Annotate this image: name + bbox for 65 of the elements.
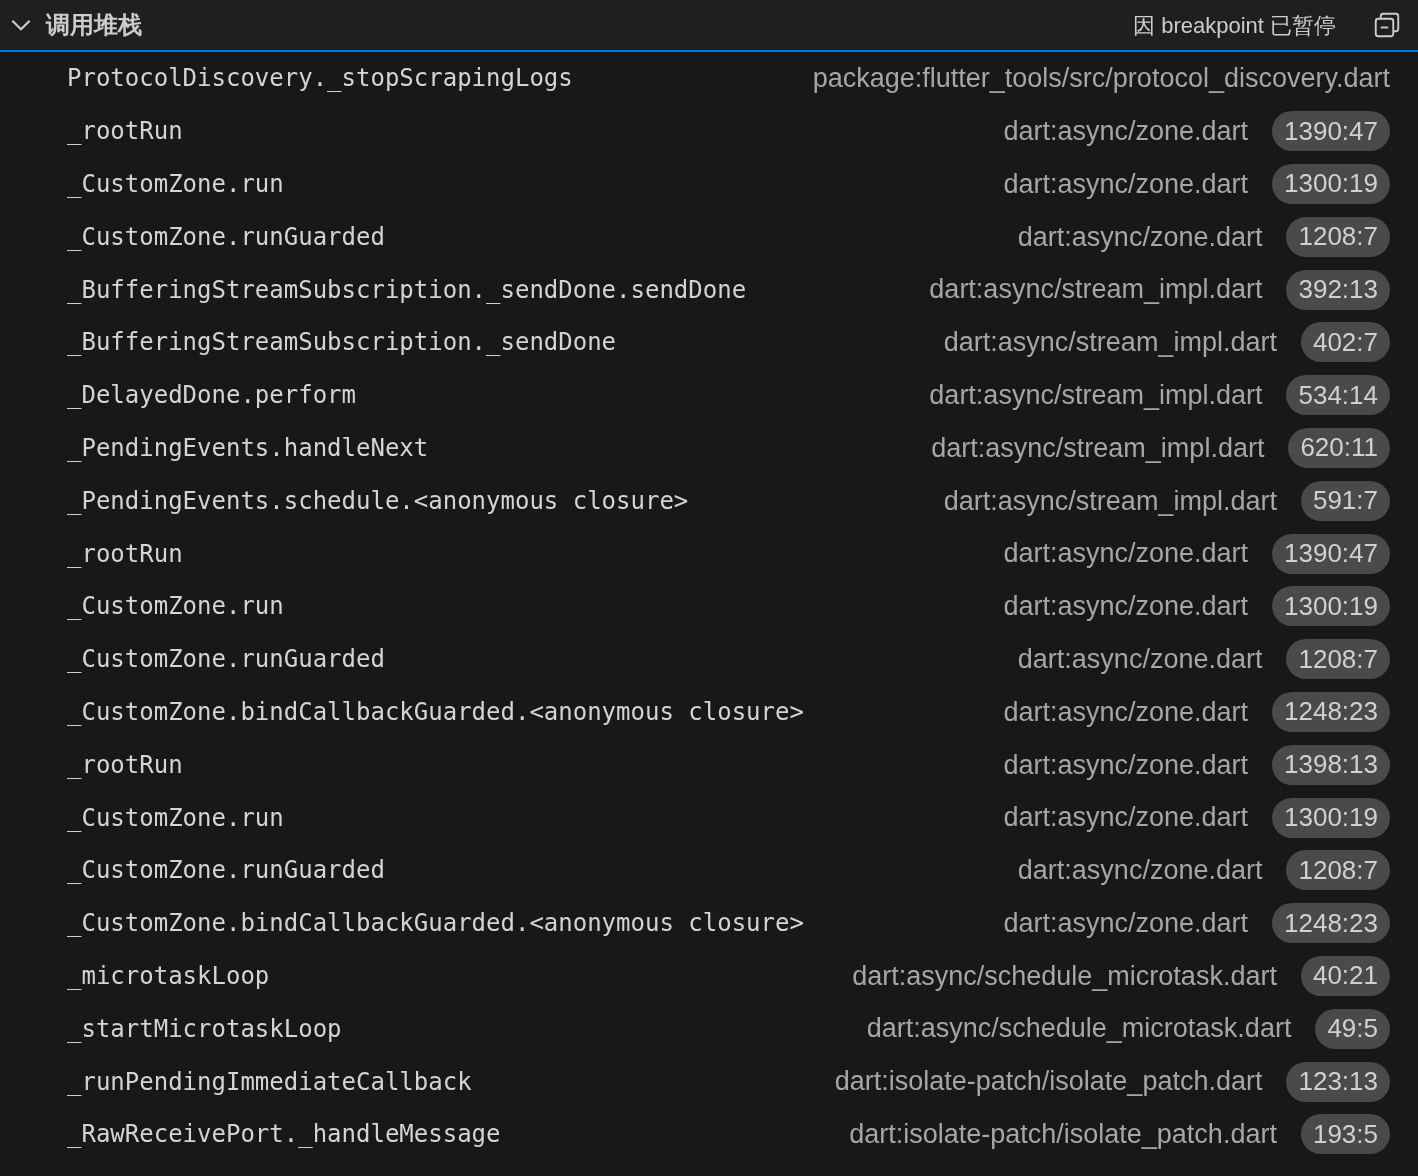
frame-function[interactable]: _CustomZone.run [67, 166, 284, 202]
pause-status: 因 breakpoint 已暂停 [1133, 11, 1336, 40]
frame-function[interactable]: _CustomZone.run [67, 588, 284, 625]
line-column-badge: 620:11 [1288, 427, 1390, 468]
line-column-badge: 1208:7 [1286, 850, 1390, 891]
frame-function[interactable]: _PendingEvents.schedule.<anonymous closure> [67, 482, 689, 519]
line-column-badge: 1248:23 [1272, 691, 1390, 732]
frame-source: dart:async/zone.dart [1003, 167, 1248, 201]
line-column-badge: 1300:19 [1272, 164, 1390, 204]
frame-source: dart:async/stream_impl.dart [943, 326, 1277, 360]
frame-source: dart:async/schedule_microtask.dart [852, 959, 1277, 993]
frame-function[interactable]: _CustomZone.runGuarded [67, 218, 385, 255]
line-column-badge: 1208:7 [1286, 216, 1390, 257]
frame-source: dart:async/zone.dart [1003, 801, 1248, 835]
frame-function[interactable]: ProtocolDiscovery._stopScrapingLogs [67, 60, 573, 97]
frame-function[interactable]: _rootRun [67, 113, 183, 150]
collapse-all-icon[interactable] [1372, 10, 1402, 40]
frame-function[interactable]: _DelayedDone.perform [67, 377, 356, 414]
frame-source: package:flutter_tools/src/protocol_discovery.dart [812, 62, 1390, 96]
line-column-badge: 123:13 [1286, 1061, 1390, 1102]
frame-function[interactable]: _PendingEvents.handleNext [67, 429, 429, 466]
panel-title: 调用堆栈 [46, 10, 142, 40]
frame-source: dart:isolate-patch/isolate_patch.dart [834, 1065, 1263, 1099]
frame-source: dart:async/zone.dart [1003, 114, 1248, 148]
line-column-badge: 392:13 [1286, 269, 1390, 310]
frame-source: dart:async/zone.dart [1017, 642, 1263, 676]
frame-function[interactable]: _BufferingStreamSubscription._sendDone [67, 324, 617, 361]
line-column-badge: 1398:13 [1272, 744, 1390, 785]
frame-source: dart:async/stream_impl.dart [929, 273, 1263, 307]
frame-source: dart:async/zone.dart [1003, 906, 1248, 940]
frame-function[interactable]: _rootRun [67, 535, 183, 572]
frame-source: dart:async/zone.dart [1003, 748, 1248, 782]
frame-function[interactable]: _BufferingStreamSubscription._sendDone.sendDone [67, 271, 747, 308]
frame-function[interactable]: _startMicrotaskLoop [67, 1010, 342, 1047]
line-column-badge: 534:14 [1286, 375, 1390, 416]
frame-function[interactable]: _CustomZone.bindCallbackGuarded.<anonymous closure> [67, 905, 804, 942]
frame-source: dart:async/zone.dart [1017, 854, 1263, 888]
line-column-badge: 1390:47 [1272, 533, 1390, 574]
frame-function[interactable]: _CustomZone.run [67, 799, 284, 836]
line-column-badge: 1390:47 [1272, 111, 1390, 152]
frame-function[interactable]: _microtaskLoop [67, 957, 270, 994]
line-column-badge: 402:7 [1300, 322, 1390, 363]
line-column-badge: 193:5 [1300, 1114, 1390, 1155]
line-column-badge: 1300:19 [1272, 586, 1390, 627]
frame-source: dart:async/stream_impl.dart [931, 431, 1265, 465]
frame-source: dart:async/zone.dart [1003, 537, 1248, 571]
frame-source: dart:async/zone.dart [1017, 220, 1263, 254]
frame-source: dart:async/stream_impl.dart [943, 484, 1277, 518]
line-column-badge: 40:21 [1300, 955, 1390, 996]
line-column-badge: 591:7 [1300, 480, 1390, 521]
line-column-badge: 49:5 [1315, 1008, 1390, 1049]
frame-source: dart:async/schedule_microtask.dart [866, 1012, 1292, 1046]
frame-source: dart:async/stream_impl.dart [929, 378, 1263, 412]
frame-function[interactable]: _CustomZone.runGuarded [67, 641, 385, 678]
frame-function[interactable]: _CustomZone.runGuarded [67, 852, 385, 889]
line-column-badge: 1300:19 [1272, 797, 1390, 838]
frame-function[interactable]: _CustomZone.bindCallbackGuarded.<anonymous closure> [67, 693, 804, 730]
frame-source: dart:async/zone.dart [1003, 695, 1248, 729]
line-column-badge: 1208:7 [1286, 639, 1390, 680]
frame-function[interactable]: _rootRun [67, 746, 183, 783]
frame-function[interactable]: _RawReceivePort._handleMessage [67, 1116, 501, 1153]
frame-function[interactable]: _runPendingImmediateCallback [67, 1063, 472, 1100]
frame-source: dart:async/zone.dart [1003, 590, 1248, 624]
line-column-badge: 1248:23 [1272, 903, 1390, 944]
frame-source: dart:isolate-patch/isolate_patch.dart [849, 1118, 1277, 1152]
